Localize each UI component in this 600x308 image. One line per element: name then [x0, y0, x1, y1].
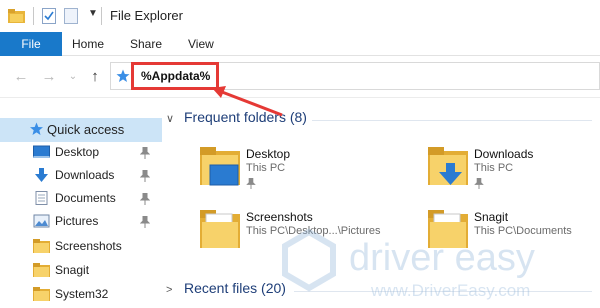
ribbon-tabs: File Home Share View	[0, 32, 600, 56]
download-icon	[35, 168, 48, 182]
tile-name: Screenshots	[246, 210, 313, 224]
section-title: Recent files (20)	[184, 280, 286, 296]
sidebar-item-quick-access[interactable]: Quick access	[0, 118, 162, 142]
sidebar-item-pictures[interactable]: Pictures	[0, 210, 162, 234]
sidebar-item-label: Screenshots	[55, 239, 122, 253]
properties-icon[interactable]	[42, 8, 56, 24]
folder-icon	[33, 287, 50, 301]
pin-icon	[246, 178, 256, 189]
chevron-down-icon: ∨	[166, 113, 175, 125]
tab-file[interactable]: File	[0, 32, 62, 56]
documents-icon	[35, 191, 48, 205]
sidebar-item-screenshots[interactable]: Screenshots	[0, 235, 162, 259]
sidebar-item-downloads[interactable]: Downloads	[0, 164, 162, 188]
section-title: Frequent folders (8)	[184, 109, 307, 125]
toolbar-divider	[101, 7, 102, 25]
sidebar-item-documents[interactable]: Documents	[0, 187, 162, 211]
tab-view[interactable]: View	[188, 32, 214, 56]
pictures-icon	[33, 214, 50, 228]
section-recent-files[interactable]: > Recent files (20)	[166, 280, 286, 302]
sidebar-item-snagit[interactable]: Snagit	[0, 259, 162, 283]
folder-icon	[8, 9, 25, 23]
tile-name: Snagit	[474, 210, 509, 224]
navigation-bar: ← → ⌄ ↑ %Appdata%	[0, 56, 600, 98]
sidebar-item-label: System32	[55, 287, 109, 301]
customize-toolbar-icon[interactable]: ▼	[88, 8, 98, 19]
folder-tile-desktop[interactable]: Desktop This PC	[162, 145, 362, 197]
tile-name: Downloads	[474, 147, 534, 161]
window-title: File Explorer	[110, 8, 183, 23]
sidebar-item-label: Documents	[55, 191, 116, 205]
sidebar-item-label: Pictures	[55, 214, 99, 228]
star-icon	[30, 122, 43, 135]
pin-icon[interactable]	[140, 193, 150, 205]
tile-location: This PC	[246, 162, 286, 174]
watermark-url: www.DriverEasy.com	[370, 281, 530, 300]
folder-icon	[33, 239, 50, 253]
recent-locations-chevron-icon[interactable]: ⌄	[64, 68, 82, 86]
watermark-logo: driver easy www.DriverEasy.com	[282, 228, 535, 300]
downloads-folder-icon	[428, 147, 468, 185]
sidebar-item-label: Downloads	[55, 168, 115, 182]
address-bar[interactable]: %Appdata%	[110, 62, 600, 90]
forward-arrow-icon[interactable]: →	[40, 68, 58, 86]
sidebar-item-label: Snagit	[55, 263, 90, 277]
chevron-right-icon: >	[166, 284, 173, 296]
watermark-brand: driver easy	[349, 237, 535, 279]
folder-icon	[33, 263, 50, 277]
tile-name: Desktop	[246, 147, 291, 161]
address-input[interactable]: %Appdata%	[141, 69, 210, 83]
quick-access-pin-icon	[116, 69, 130, 82]
back-arrow-icon[interactable]: ←	[12, 68, 30, 86]
pin-icon[interactable]	[140, 216, 150, 228]
pin-icon[interactable]	[140, 147, 150, 159]
sidebar-item-label: Desktop	[55, 145, 100, 159]
desktop-folder-icon	[200, 147, 240, 186]
section-frequent-folders[interactable]: ∨ Frequent folders (8)	[166, 109, 307, 131]
tab-share[interactable]: Share	[130, 32, 162, 56]
folder-icon	[200, 210, 240, 248]
sidebar-item-desktop[interactable]: Desktop	[0, 141, 162, 165]
tile-location: This PC	[474, 162, 514, 174]
desktop-icon	[33, 145, 50, 158]
sidebar-item-system32[interactable]: System32	[0, 283, 162, 307]
section-divider	[312, 120, 592, 121]
title-bar: ▼ File Explorer	[0, 0, 600, 32]
pin-icon[interactable]	[140, 170, 150, 182]
navigation-pane: Quick access Desktop Downloads Documents	[0, 98, 162, 308]
up-arrow-icon[interactable]: ↑	[86, 68, 104, 86]
toolbar-divider	[33, 7, 34, 25]
sidebar-item-label: Quick access	[47, 122, 125, 137]
folder-tile-downloads[interactable]: Downloads This PC	[390, 145, 590, 197]
tab-home[interactable]: Home	[72, 32, 104, 56]
pin-icon	[474, 178, 484, 189]
new-folder-icon[interactable]	[64, 8, 78, 24]
